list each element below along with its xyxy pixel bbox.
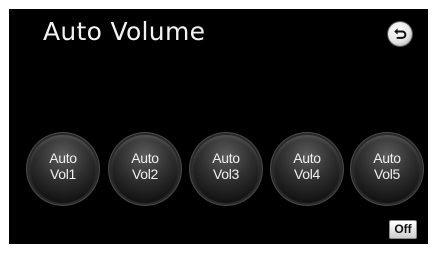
auto-vol1-label: Auto Vol1 <box>29 150 97 182</box>
auto-vol2-label-line1: Auto <box>131 150 159 166</box>
display-panel: Auto Volume Auto Vol1 Auto Vol2 Auto Vol… <box>9 9 428 244</box>
auto-vol5-button[interactable]: Auto Vol5 <box>353 135 421 203</box>
auto-vol4-label-line2: Vol4 <box>293 166 321 182</box>
auto-vol1-label-line2: Vol1 <box>49 166 77 182</box>
return-arrow-icon <box>394 28 407 39</box>
auto-vol5-label-line2: Vol5 <box>373 166 401 182</box>
auto-vol2-label-line2: Vol2 <box>131 166 159 182</box>
auto-vol5-label-line1: Auto <box>373 150 401 166</box>
off-button[interactable]: Off <box>389 220 417 239</box>
auto-vol2-label: Auto Vol2 <box>111 150 179 182</box>
auto-vol1-button[interactable]: Auto Vol1 <box>29 135 97 203</box>
back-button[interactable] <box>388 22 412 46</box>
auto-vol4-button[interactable]: Auto Vol4 <box>273 135 341 203</box>
page-title: Auto Volume <box>43 17 206 46</box>
auto-vol2-button[interactable]: Auto Vol2 <box>111 135 179 203</box>
auto-volume-options: Auto Vol1 Auto Vol2 Auto Vol3 Auto Vol4 … <box>9 135 428 203</box>
auto-vol3-label-line1: Auto <box>212 150 240 166</box>
auto-vol3-label: Auto Vol3 <box>192 150 260 182</box>
auto-vol4-label: Auto Vol4 <box>273 150 341 182</box>
auto-vol4-label-line1: Auto <box>293 150 321 166</box>
auto-volume-screen: Auto Volume Auto Vol1 Auto Vol2 Auto Vol… <box>0 0 440 253</box>
auto-vol1-label-line1: Auto <box>49 150 77 166</box>
auto-vol5-label: Auto Vol5 <box>353 150 421 182</box>
auto-vol3-label-line2: Vol3 <box>212 166 240 182</box>
auto-vol3-button[interactable]: Auto Vol3 <box>192 135 260 203</box>
